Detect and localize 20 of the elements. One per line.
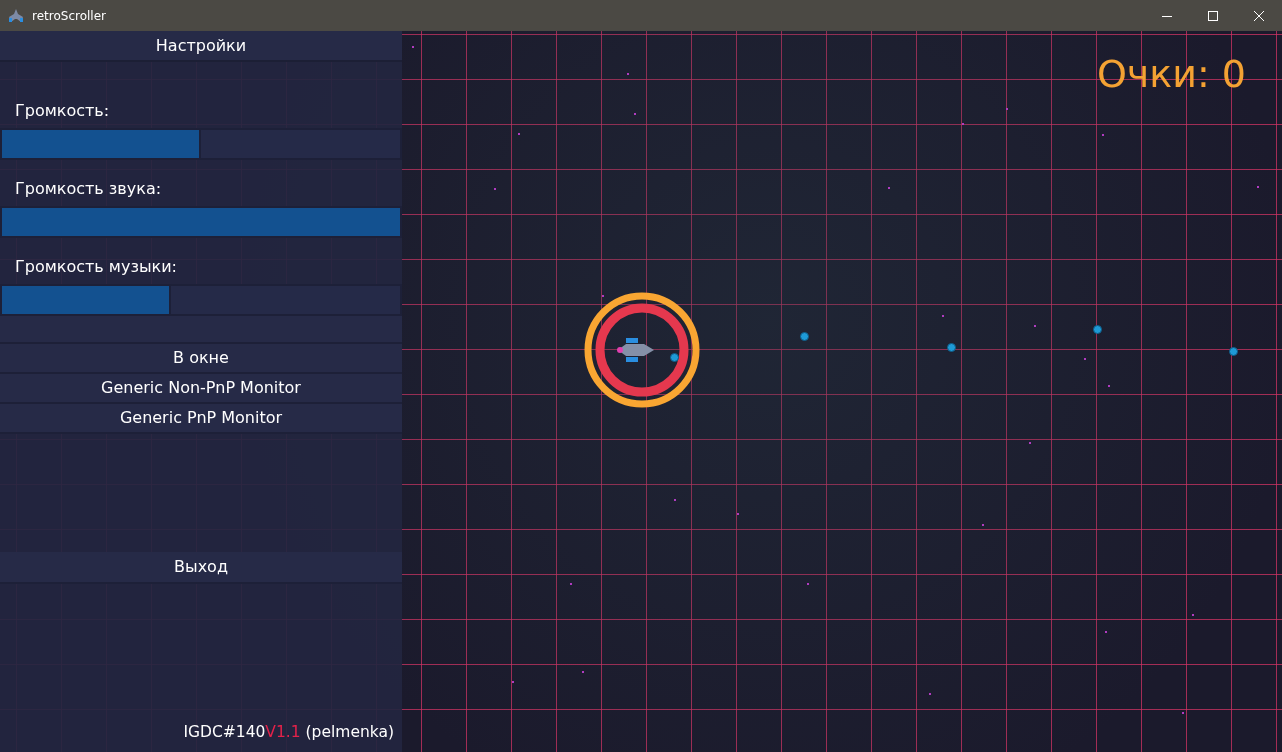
display-mode-button[interactable]: Generic PnP Monitor [0,404,402,434]
exit-button[interactable]: Выход [0,552,402,584]
credits-text: IGDC#140V1.1 (pelmenka) [183,721,394,743]
display-mode-button[interactable]: В окне [0,344,402,374]
display-mode-button[interactable]: Generic Non-PnP Monitor [0,374,402,404]
energy-orb [947,343,956,352]
slider-label: Громкость звука: [14,178,163,200]
slider-label: Громкость музыки: [14,256,178,278]
slider-track[interactable] [0,128,402,160]
energy-orb [670,353,679,362]
slider-track[interactable] [0,284,402,316]
window-title: retroScroller [32,7,106,25]
maximize-icon [1208,10,1218,21]
energy-orb [800,332,809,341]
spaceship-icon [8,8,24,23]
panel-header: Настройки [0,31,402,62]
energy-orb [1093,325,1102,334]
slider-label: Громкость: [14,100,111,122]
close-icon [1254,10,1264,21]
energy-orb [1229,347,1238,356]
